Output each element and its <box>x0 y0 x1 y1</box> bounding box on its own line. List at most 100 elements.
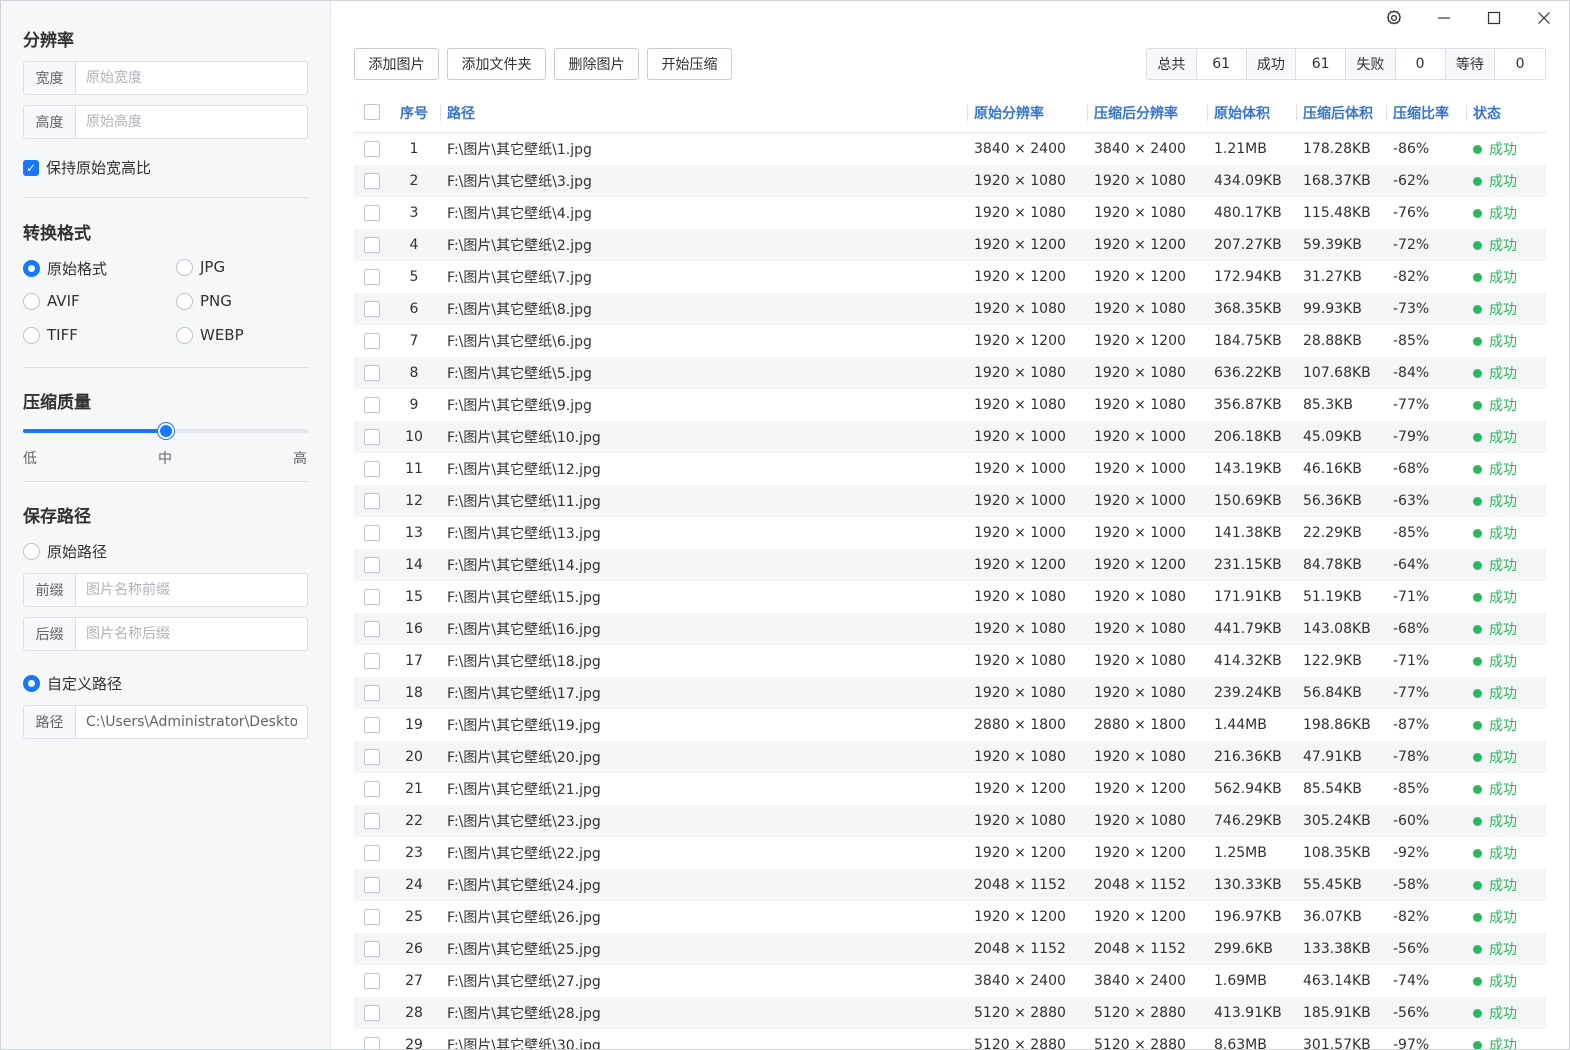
row-checkbox[interactable] <box>364 941 380 957</box>
table-row[interactable]: 25 F:\图片\其它壁纸\26.jpg 1920 × 1200 1920 × 120… <box>354 901 1546 933</box>
row-checkbox[interactable] <box>364 493 380 509</box>
table-row[interactable]: 22 F:\图片\其它壁纸\23.jpg 1920 × 1080 1920 × 108… <box>354 805 1546 837</box>
minimize-button[interactable] <box>1429 5 1459 31</box>
header-compressed-resolution[interactable]: 压缩后分辨率 <box>1087 94 1178 132</box>
table-row[interactable]: 29 F:\图片\其它壁纸\30.jpg 5120 × 2880 5120 × 288… <box>354 1029 1546 1049</box>
row-compressed-size: 46.16KB <box>1303 461 1362 477</box>
settings-button[interactable] <box>1379 5 1409 31</box>
format-option-jpg[interactable]: JPG <box>176 258 225 276</box>
select-all-checkbox[interactable] <box>364 104 380 120</box>
keep-ratio-checkbox[interactable]: ✓ 保持原始宽高比 <box>23 157 151 178</box>
row-checkbox[interactable] <box>364 781 380 797</box>
table-row[interactable]: 12 F:\图片\其它壁纸\11.jpg 1920 × 1000 1920 × 100… <box>354 485 1546 517</box>
height-input[interactable] <box>76 106 307 138</box>
row-checkbox[interactable] <box>364 973 380 989</box>
row-checkbox[interactable] <box>364 205 380 221</box>
table-row[interactable]: 20 F:\图片\其它壁纸\20.jpg 1920 × 1080 1920 × 108… <box>354 741 1546 773</box>
table-row[interactable]: 7 F:\图片\其它壁纸\6.jpg 1920 × 1200 1920 × 1200 1… <box>354 325 1546 357</box>
close-button[interactable] <box>1529 5 1559 31</box>
format-option-png[interactable]: PNG <box>176 292 232 310</box>
row-checkbox[interactable] <box>364 461 380 477</box>
start-compress-button[interactable]: 开始压缩 <box>647 48 732 80</box>
row-checkbox[interactable] <box>364 653 380 669</box>
format-option-tiff[interactable]: TIFF <box>23 326 78 344</box>
suffix-input[interactable] <box>76 618 307 650</box>
table-row[interactable]: 13 F:\图片\其它壁纸\13.jpg 1920 × 1000 1920 × 100… <box>354 517 1546 549</box>
table-row[interactable]: 5 F:\图片\其它壁纸\7.jpg 1920 × 1200 1920 × 1200 1… <box>354 261 1546 293</box>
row-checkbox[interactable] <box>364 845 380 861</box>
table-row[interactable]: 3 F:\图片\其它壁纸\4.jpg 1920 × 1080 1920 × 1080 4… <box>354 197 1546 229</box>
table-row[interactable]: 9 F:\图片\其它壁纸\9.jpg 1920 × 1080 1920 × 1080 3… <box>354 389 1546 421</box>
table-row[interactable]: 10 F:\图片\其它壁纸\10.jpg 1920 × 1000 1920 × 100… <box>354 421 1546 453</box>
row-checkbox[interactable] <box>364 429 380 445</box>
row-checkbox[interactable] <box>364 397 380 413</box>
table-row[interactable]: 24 F:\图片\其它壁纸\24.jpg 2048 × 1152 2048 × 115… <box>354 869 1546 901</box>
original-path-radio[interactable]: 原始路径 <box>23 541 107 562</box>
table-row[interactable]: 21 F:\图片\其它壁纸\21.jpg 1920 × 1200 1920 × 120… <box>354 773 1546 805</box>
add-folder-button[interactable]: 添加文件夹 <box>447 48 546 80</box>
table-row[interactable]: 17 F:\图片\其它壁纸\18.jpg 1920 × 1080 1920 × 108… <box>354 645 1546 677</box>
maximize-button[interactable] <box>1479 5 1509 31</box>
row-checkbox[interactable] <box>364 525 380 541</box>
table-row[interactable]: 14 F:\图片\其它壁纸\14.jpg 1920 × 1200 1920 × 120… <box>354 549 1546 581</box>
table-body[interactable]: 1 F:\图片\其它壁纸\1.jpg 3840 × 2400 3840 × 2400 1… <box>354 133 1546 1049</box>
add-image-button[interactable]: 添加图片 <box>354 48 439 80</box>
row-checkbox[interactable] <box>364 1037 380 1049</box>
path-input[interactable] <box>76 706 307 738</box>
table-row[interactable]: 19 F:\图片\其它壁纸\19.jpg 2880 × 1800 2880 × 180… <box>354 709 1546 741</box>
format-option-original[interactable]: 原始格式 <box>23 258 107 279</box>
table-row[interactable]: 27 F:\图片\其它壁纸\27.jpg 3840 × 2400 3840 × 240… <box>354 965 1546 997</box>
row-checkbox[interactable] <box>364 717 380 733</box>
row-checkbox[interactable] <box>364 141 380 157</box>
row-checkbox[interactable] <box>364 877 380 893</box>
table-row[interactable]: 15 F:\图片\其它壁纸\15.jpg 1920 × 1080 1920 × 108… <box>354 581 1546 613</box>
table-row[interactable]: 16 F:\图片\其它壁纸\16.jpg 1920 × 1080 1920 × 108… <box>354 613 1546 645</box>
row-checkbox[interactable] <box>364 685 380 701</box>
row-checkbox[interactable] <box>364 365 380 381</box>
row-checkbox[interactable] <box>364 557 380 573</box>
custom-path-radio[interactable]: 自定义路径 <box>23 673 122 694</box>
table-row[interactable]: 18 F:\图片\其它壁纸\17.jpg 1920 × 1080 1920 × 108… <box>354 677 1546 709</box>
format-option-webp[interactable]: WEBP <box>176 326 244 344</box>
header-ratio[interactable]: 压缩比率 <box>1386 94 1449 132</box>
format-option-avif[interactable]: AVIF <box>23 292 80 310</box>
row-checkbox[interactable] <box>364 813 380 829</box>
width-input[interactable] <box>76 62 307 94</box>
status-dot-icon <box>1473 880 1482 890</box>
table-row[interactable]: 11 F:\图片\其它壁纸\12.jpg 1920 × 1000 1920 × 100… <box>354 453 1546 485</box>
row-checkbox[interactable] <box>364 333 380 349</box>
prefix-input[interactable] <box>76 574 307 606</box>
header-path[interactable]: 路径 <box>440 94 475 132</box>
row-path: F:\图片\其它壁纸\25.jpg <box>447 942 601 958</box>
row-checkbox[interactable] <box>364 237 380 253</box>
table-row[interactable]: 2 F:\图片\其它壁纸\3.jpg 1920 × 1080 1920 × 1080 4… <box>354 165 1546 197</box>
row-compressed-resolution: 2880 × 1800 <box>1094 717 1186 733</box>
table-row[interactable]: 6 F:\图片\其它壁纸\8.jpg 1920 × 1080 1920 × 1080 3… <box>354 293 1546 325</box>
row-checkbox[interactable] <box>364 909 380 925</box>
row-checkbox[interactable] <box>364 269 380 285</box>
row-index: 4 <box>409 237 419 253</box>
row-status-label: 成功 <box>1489 142 1517 158</box>
quality-slider[interactable] <box>23 423 308 439</box>
row-index: 27 <box>405 973 423 989</box>
row-checkbox[interactable] <box>364 621 380 637</box>
row-checkbox[interactable] <box>364 301 380 317</box>
row-checkbox[interactable] <box>364 1005 380 1021</box>
row-checkbox[interactable] <box>364 749 380 765</box>
header-original-size[interactable]: 原始体积 <box>1207 94 1270 132</box>
quality-slider-handle[interactable] <box>157 423 174 439</box>
row-checkbox[interactable] <box>364 589 380 605</box>
table-row[interactable]: 1 F:\图片\其它壁纸\1.jpg 3840 × 2400 3840 × 2400 1… <box>354 133 1546 165</box>
table-row[interactable]: 28 F:\图片\其它壁纸\28.jpg 5120 × 2880 5120 × 288… <box>354 997 1546 1029</box>
header-index[interactable]: 序号 <box>400 94 428 132</box>
table-row[interactable]: 23 F:\图片\其它壁纸\22.jpg 1920 × 1200 1920 × 120… <box>354 837 1546 869</box>
header-compressed-size[interactable]: 压缩后体积 <box>1296 94 1373 132</box>
header-status[interactable]: 状态 <box>1466 94 1501 132</box>
table-row[interactable]: 8 F:\图片\其它壁纸\5.jpg 1920 × 1080 1920 × 1080 6… <box>354 357 1546 389</box>
delete-image-button[interactable]: 删除图片 <box>554 48 639 80</box>
header-original-resolution[interactable]: 原始分辨率 <box>967 94 1044 132</box>
row-status: 成功 <box>1473 261 1517 293</box>
row-checkbox[interactable] <box>364 173 380 189</box>
table-row[interactable]: 4 F:\图片\其它壁纸\2.jpg 1920 × 1200 1920 × 1200 2… <box>354 229 1546 261</box>
table-row[interactable]: 26 F:\图片\其它壁纸\25.jpg 2048 × 1152 2048 × 115… <box>354 933 1546 965</box>
